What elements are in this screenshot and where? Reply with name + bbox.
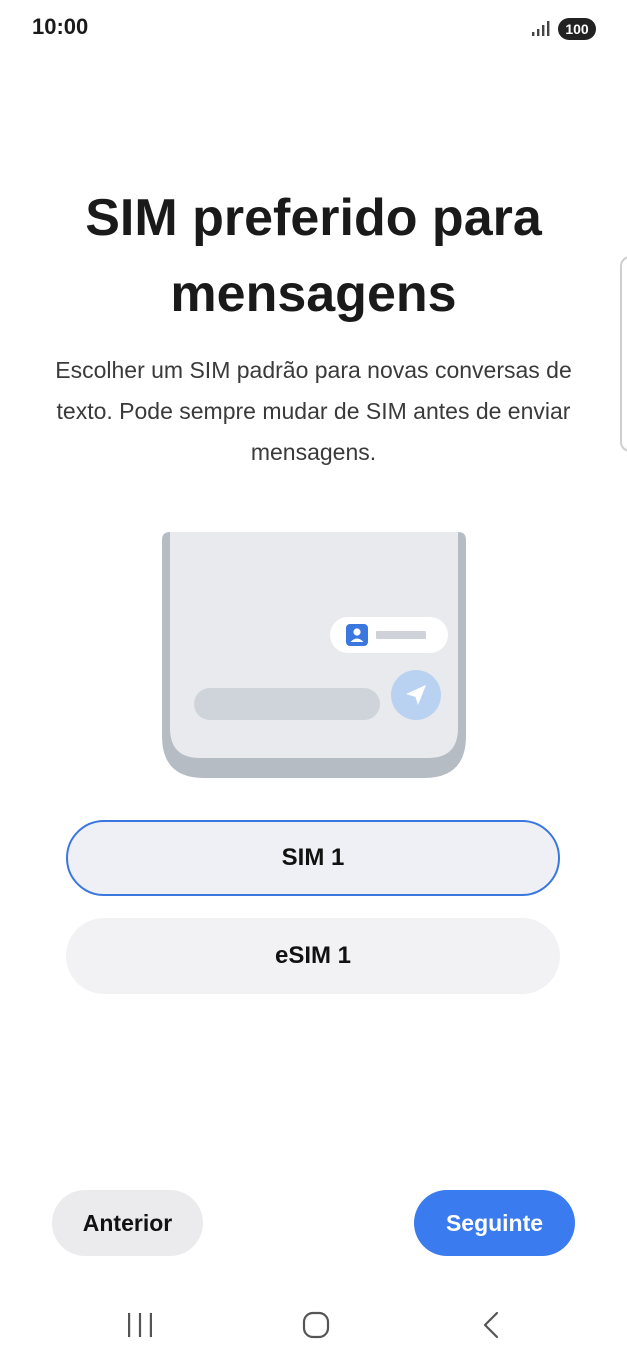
page-description: Escolher um SIM padrão para novas conver… [55,357,572,465]
recents-icon[interactable] [122,1308,158,1342]
status-bar: 10:00 100 [0,0,627,58]
page-title: SIM preferido para mensagens [85,189,542,323]
sim-option-esim1[interactable]: eSIM 1 [66,918,560,994]
edge-panel-handle[interactable] [620,256,627,452]
status-time: 10:00 [32,14,89,39]
battery-level-badge: 100 [558,18,596,40]
home-icon[interactable] [300,1308,332,1342]
back-icon[interactable] [476,1308,506,1342]
previous-button[interactable]: Anterior [52,1190,203,1256]
signal-bars-icon [532,21,550,36]
contact-card-icon [346,624,368,646]
navigation-bar [0,1290,627,1360]
sim-option-sim1[interactable]: SIM 1 [66,820,560,896]
send-icon [391,670,441,720]
messaging-illustration [162,532,466,778]
next-button[interactable]: Seguinte [414,1190,575,1256]
